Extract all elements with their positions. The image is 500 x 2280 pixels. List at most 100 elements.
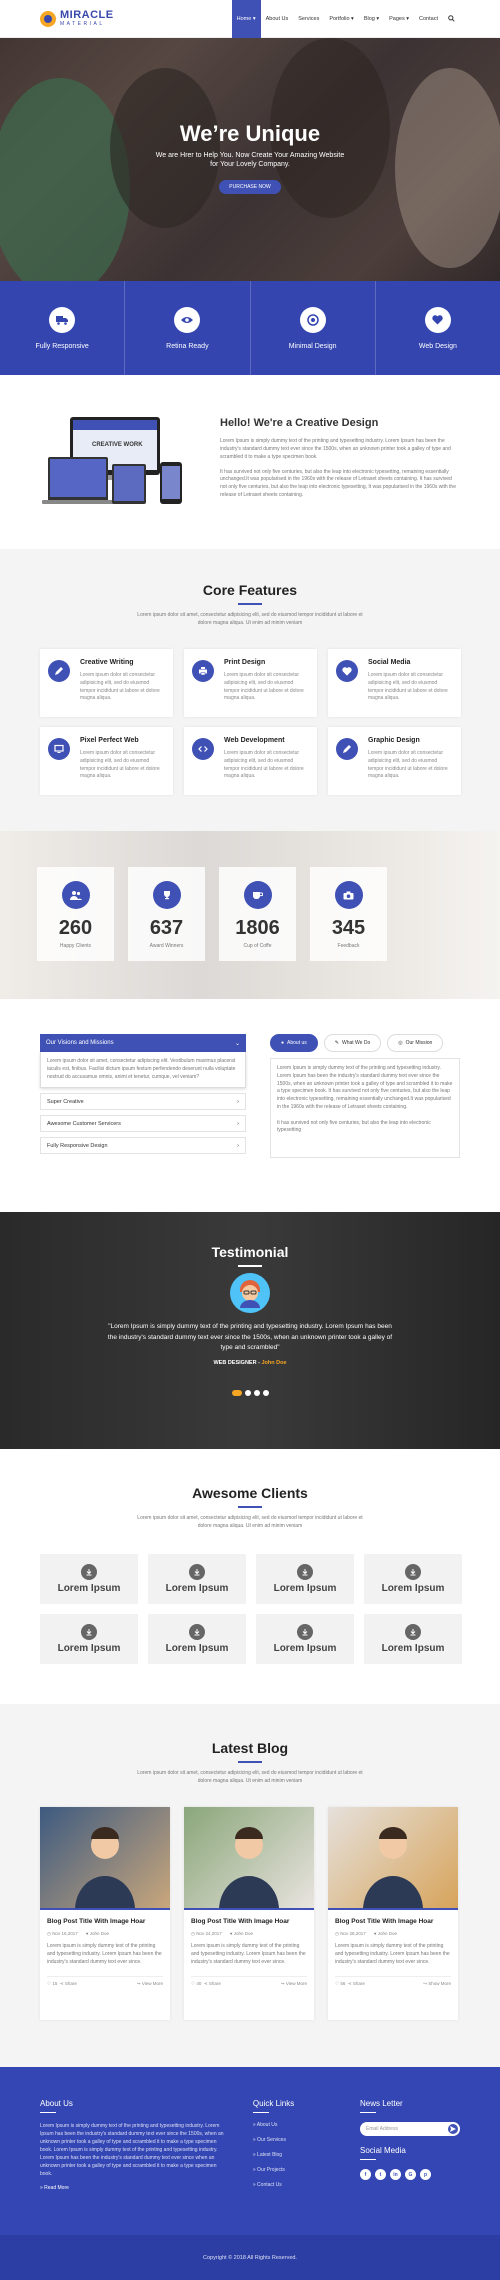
carousel-dot[interactable] — [244, 1390, 251, 1397]
carousel-dot[interactable] — [231, 1390, 242, 1397]
carousel-dot[interactable] — [253, 1390, 260, 1397]
blog-post-author: ● John Doe — [229, 1931, 253, 1936]
search-icon[interactable] — [443, 0, 460, 38]
section-title: Awesome Clients — [192, 1485, 308, 1501]
share-link[interactable]: ⋖ Share — [60, 1981, 77, 1986]
feature-card-text: Lorem ipsum dolor sit consectetur adipis… — [368, 672, 448, 702]
carousel-dot[interactable] — [262, 1390, 269, 1397]
blog-post-card[interactable]: Blog Post Title With Image Hoar ◷ Nov 24,… — [184, 1807, 314, 2020]
footer-link[interactable]: » Contact Us — [253, 2182, 360, 2188]
feature-card[interactable]: Creative Writing Lorem ipsum dolor sit co… — [40, 649, 173, 717]
facebook-icon[interactable]: f — [360, 2169, 371, 2180]
nav-services[interactable]: Services — [293, 0, 324, 38]
share-link[interactable]: ⋖ Share — [204, 1981, 221, 1986]
trophy-icon — [152, 881, 181, 909]
accordion-item[interactable]: Fully Responsive Design › — [40, 1137, 246, 1155]
blog-post-image[interactable] — [184, 1807, 314, 1910]
blog-post-title[interactable]: Blog Post Title With Image Hoar — [335, 1918, 451, 1925]
feature-card-text: Lorem ipsum dolor sit consectetur adipis… — [80, 750, 160, 780]
nav-about[interactable]: About Us — [261, 0, 294, 38]
counter-label: Cup of Coffe — [243, 943, 272, 949]
heart-icon[interactable]: ♡ — [47, 1981, 51, 1986]
google-plus-icon[interactable]: G — [405, 2169, 416, 2180]
view-more-link[interactable]: ↪ View More — [281, 1981, 307, 1987]
read-more-link[interactable]: » Read More — [40, 2184, 230, 2192]
client-logo-text: Lorem Ipsum — [57, 1643, 121, 1654]
heart-icon — [336, 660, 358, 682]
logo[interactable]: MIRACLE MATERIAL — [40, 10, 114, 27]
tab-our-mission[interactable]: ◎ Our Mission — [387, 1034, 444, 1052]
blog-post-author: ● John Doe — [373, 1931, 397, 1936]
view-more-link[interactable]: ↪ View More — [137, 1981, 163, 1987]
share-link[interactable]: ⋖ Share — [348, 1981, 365, 1986]
blog-post-image[interactable] — [328, 1807, 458, 1910]
tab-about-us[interactable]: ● About us — [270, 1034, 318, 1052]
testimonial-section: Testimonial "Lorem Ipsum is simply dummy… — [0, 1212, 500, 1449]
purchase-now-button[interactable]: PURCHASE NOW — [219, 179, 281, 194]
tab-what-we-do[interactable]: ✎ What We Do — [323, 1034, 382, 1052]
linkedin-icon[interactable]: in — [390, 2169, 401, 2180]
nav-blog[interactable]: Blog ▾ — [359, 0, 384, 38]
client-logo-text: Lorem Ipsum — [273, 1643, 337, 1654]
counter-card: 345 Feedback — [310, 867, 387, 961]
logo-name: MIRACLE — [60, 9, 114, 21]
pinterest-icon[interactable]: p — [420, 2169, 431, 2180]
client-logo[interactable]: Lorem Ipsum — [256, 1554, 354, 1604]
blog-post-title[interactable]: Blog Post Title With Image Hoar — [47, 1918, 163, 1925]
footer-link[interactable]: » Our Services — [253, 2137, 360, 2143]
footer-heading: Quick Links — [252, 2099, 295, 2108]
feature-card[interactable]: Print Design Lorem ipsum dolor sit consec… — [184, 649, 317, 717]
blog-post-title[interactable]: Blog Post Title With Image Hoar — [191, 1918, 307, 1925]
download-icon — [189, 1624, 205, 1640]
counter-value: 345 — [331, 917, 366, 939]
client-logo[interactable]: Lorem Ipsum — [256, 1614, 354, 1664]
download-icon — [405, 1564, 421, 1580]
copyright-bar: Copyright © 2018 All Rights Reserved. — [0, 2235, 500, 2280]
accordion-tabs-section: Our Visions and Missions ⌄ Lorem ipsum do… — [0, 999, 500, 1212]
nav-contact[interactable]: Contact — [414, 0, 443, 38]
client-logo[interactable]: Lorem Ipsum — [40, 1614, 138, 1664]
feature-card-title: Pixel Perfect Web — [80, 737, 139, 744]
twitter-icon[interactable]: t — [375, 2169, 386, 2180]
client-logo[interactable]: Lorem Ipsum — [148, 1554, 246, 1604]
blog-post-stats: ♡ 15 ⋖ Share — [47, 1981, 77, 1987]
tab-paragraph: Lorem Ipsum is simply dummy text of the … — [277, 1065, 453, 1110]
feature-card[interactable]: Web Development Lorem ipsum dolor sit con… — [184, 727, 317, 795]
logo-tag: MATERIAL — [60, 21, 105, 27]
blog-post-card[interactable]: Blog Post Title With Image Hoar ◷ Nov 16,… — [40, 1807, 170, 2020]
client-logo[interactable]: Lorem Ipsum — [364, 1614, 462, 1664]
blog-post-image[interactable] — [40, 1807, 170, 1910]
feature-card-title: Web Development — [224, 737, 285, 744]
blog-post-stats: ♡ 56 ⋖ Share — [335, 1981, 365, 1987]
send-icon[interactable] — [448, 2124, 458, 2134]
feature-label: Web Design — [418, 342, 457, 350]
heart-icon[interactable]: ♡ — [191, 1981, 195, 1986]
section-subtitle: Lorem ipsum dolor sit amet, consectetur … — [137, 1515, 363, 1529]
view-more-link[interactable]: ↪ Show More — [423, 1981, 451, 1987]
hero-banner: We’re Unique We are Hrer to Help You. No… — [0, 38, 500, 281]
feature-card[interactable]: Graphic Design Lorem ipsum dolor sit cons… — [328, 727, 461, 795]
heart-icon[interactable]: ♡ — [335, 1981, 339, 1986]
client-logo[interactable]: Lorem Ipsum — [40, 1554, 138, 1604]
accordion-header-open[interactable]: Our Visions and Missions ⌄ — [40, 1034, 246, 1052]
nav-home[interactable]: Home ▾ — [231, 0, 261, 38]
client-logo-text: Lorem Ipsum — [381, 1583, 445, 1594]
counter-label: Feedback — [337, 943, 360, 949]
counter-card: 1806 Cup of Coffe — [219, 867, 296, 961]
footer-link[interactable]: » Our Projects — [253, 2167, 360, 2173]
download-icon — [297, 1624, 313, 1640]
newsletter-email-field[interactable]: Email Address — [360, 2122, 460, 2136]
footer-heading: Social Media — [360, 2146, 406, 2155]
client-logo[interactable]: Lorem Ipsum — [364, 1554, 462, 1604]
accordion-item[interactable]: Super Creative › — [40, 1093, 246, 1111]
feature-card[interactable]: Social Media Lorem ipsum dolor sit consec… — [328, 649, 461, 717]
coffee-cup-icon — [243, 881, 272, 909]
client-logo[interactable]: Lorem Ipsum — [148, 1614, 246, 1664]
feature-card[interactable]: Pixel Perfect Web Lorem ipsum dolor sit c… — [40, 727, 173, 795]
nav-portfolio[interactable]: Portfolio ▾ — [324, 0, 358, 38]
footer-link[interactable]: » About Us — [253, 2122, 360, 2128]
footer-link[interactable]: » Latest Blog — [253, 2152, 360, 2158]
nav-pages[interactable]: Pages ▾ — [384, 0, 414, 38]
accordion-item[interactable]: Awesome Customer Servicers › — [40, 1115, 246, 1133]
blog-post-card[interactable]: Blog Post Title With Image Hoar ◷ Nov 28,… — [328, 1807, 458, 2020]
